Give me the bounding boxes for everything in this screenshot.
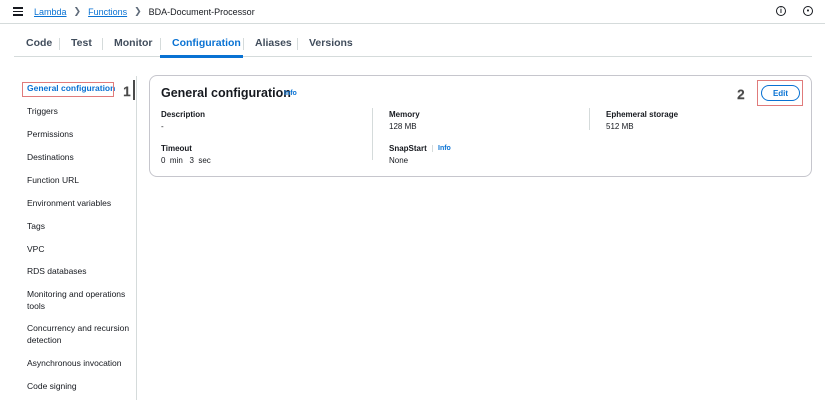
sidebar-item-permissions[interactable]: Permissions (27, 129, 132, 141)
sidebar-item-tags[interactable]: Tags (27, 221, 132, 233)
tab-test[interactable]: Test (59, 30, 102, 57)
sidebar-item-asynchronous-invocation[interactable]: Asynchronous invocation (27, 358, 132, 370)
chevron-right-icon: ❯ (73, 6, 82, 16)
tab-configuration[interactable]: Configuration (160, 30, 243, 58)
timeout-value: 0 min 3 sec (161, 156, 211, 165)
annotation-bar (133, 80, 135, 100)
breadcrumb-current: BDA-Document-Processor (148, 6, 255, 17)
description-value: - (161, 122, 164, 131)
breadcrumb: Lambda ❯ Functions ❯ BDA-Document-Proces… (34, 6, 255, 17)
sidebar-item-concurrency[interactable]: Concurrency and recursion detection (27, 323, 132, 346)
breadcrumb-lambda[interactable]: Lambda (34, 7, 67, 17)
sidebar-item-code-signing[interactable]: Code signing (27, 381, 132, 393)
tab-bar: Code Test Monitor Configuration Aliases … (14, 30, 812, 58)
settings-icon[interactable]: • (803, 6, 813, 16)
card-title: General configuration (161, 86, 291, 100)
menu-icon[interactable] (13, 7, 23, 16)
memory-value: 128 MB (389, 122, 417, 131)
tab-aliases[interactable]: Aliases (243, 30, 297, 57)
timeout-label: Timeout (161, 144, 192, 153)
memory-label: Memory (389, 110, 420, 119)
edit-button[interactable]: Edit (761, 85, 800, 101)
tab-code[interactable]: Code (14, 30, 59, 57)
snapstart-info-link[interactable]: Info (432, 145, 451, 152)
sidebar-item-vpc[interactable]: VPC (27, 244, 132, 256)
tab-monitor[interactable]: Monitor (102, 30, 160, 57)
description-label: Description (161, 110, 206, 119)
ephemeral-storage-label: Ephemeral storage (606, 110, 679, 119)
sidebar-item-rds-databases[interactable]: RDS databases (27, 266, 132, 278)
chevron-right-icon: ❯ (134, 6, 142, 16)
info-icon[interactable]: i (776, 6, 786, 16)
highlight-box (22, 82, 114, 97)
column-divider (589, 108, 590, 130)
ephemeral-storage-value: 512 MB (606, 122, 634, 131)
annotation-marker-2: 2 (737, 86, 745, 102)
breadcrumb-functions[interactable]: Functions (88, 7, 127, 17)
sidebar-item-environment-variables[interactable]: Environment variables (27, 198, 132, 210)
top-navigation-bar: Lambda ❯ Functions ❯ BDA-Document-Proces… (0, 0, 825, 24)
snapstart-label: SnapStart (389, 144, 427, 153)
info-link[interactable]: Info (284, 90, 297, 97)
annotation-marker-1: 1 (123, 83, 131, 99)
sidebar-item-destinations[interactable]: Destinations (27, 152, 132, 164)
column-divider (372, 108, 373, 160)
sidebar-item-function-url[interactable]: Function URL (27, 175, 132, 187)
sidebar-item-monitoring-tools[interactable]: Monitoring and operations tools (27, 289, 132, 312)
sidebar-item-triggers[interactable]: Triggers (27, 106, 132, 118)
general-configuration-card: General configuration Info 2 Edit Descri… (149, 75, 812, 177)
snapstart-value: None (389, 156, 409, 165)
tab-versions[interactable]: Versions (297, 30, 357, 57)
sidebar (0, 76, 137, 400)
